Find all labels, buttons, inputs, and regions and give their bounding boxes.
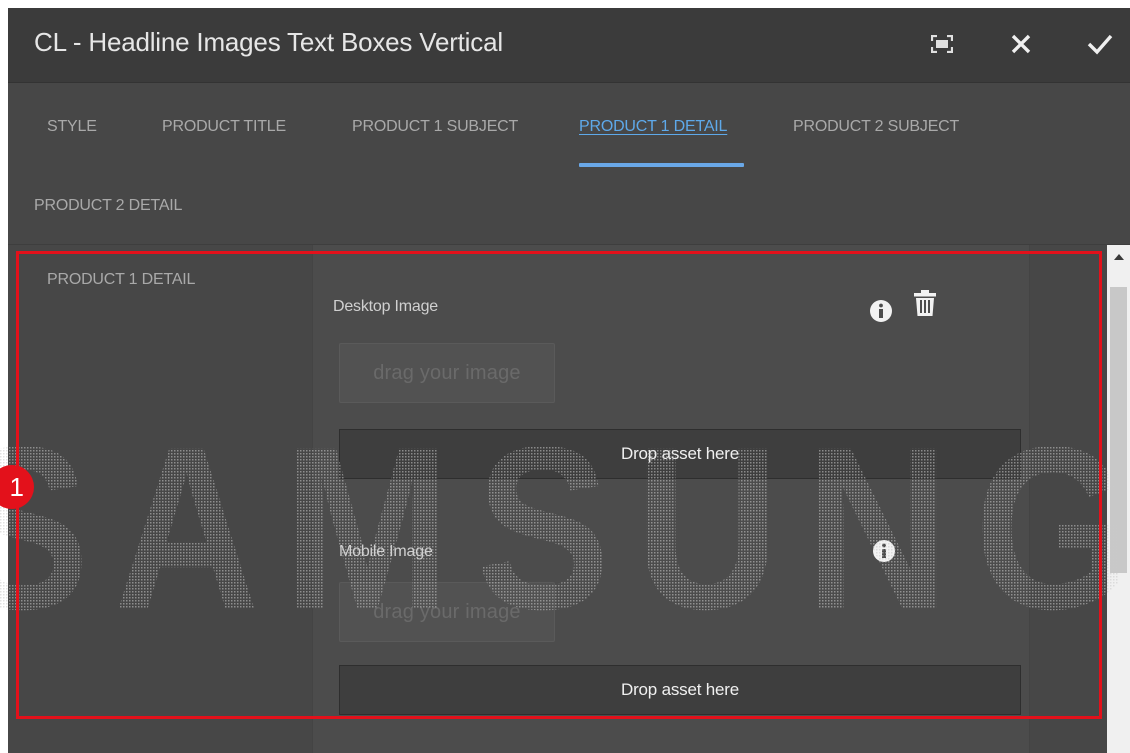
mobile-image-label: Mobile Image <box>339 543 433 560</box>
mobile-image-dropzone[interactable]: drag your image <box>339 582 555 642</box>
scroll-up-arrow-icon[interactable] <box>1107 245 1130 267</box>
tab-product-2-detail[interactable]: PRODUCT 2 DETAIL <box>34 197 182 215</box>
info-icon[interactable] <box>872 539 896 563</box>
tab-product-1-subject[interactable]: PRODUCT 1 SUBJECT <box>352 118 518 136</box>
close-icon <box>1011 34 1031 54</box>
mobile-drop-asset[interactable]: Drop asset here <box>339 665 1021 715</box>
desktop-drop-asset[interactable]: Drop asset here <box>339 429 1021 479</box>
field-panel: Desktop Image drag your image Drop asset… <box>312 245 1030 753</box>
desktop-image-dropzone[interactable]: drag your image <box>339 343 555 403</box>
desktop-image-label: Desktop Image <box>333 298 439 315</box>
fullscreen-icon <box>931 35 953 53</box>
trash-icon[interactable] <box>912 289 938 317</box>
tab-product-1-detail[interactable]: PRODUCT 1 DETAIL <box>579 118 727 136</box>
close-button[interactable] <box>1005 28 1037 60</box>
fullscreen-button[interactable] <box>926 28 958 60</box>
scrollbar-thumb[interactable] <box>1110 287 1127 573</box>
check-icon <box>1087 34 1113 55</box>
tab-bar: STYLE PRODUCT TITLE PRODUCT 1 SUBJECT PR… <box>8 84 1130 244</box>
scrollbar[interactable] <box>1107 245 1130 753</box>
info-icon[interactable] <box>869 299 893 323</box>
tab-style[interactable]: STYLE <box>47 118 97 136</box>
tab-product-2-subject[interactable]: PRODUCT 2 SUBJECT <box>793 118 959 136</box>
title-bar: CL - Headline Images Text Boxes Vertical <box>8 8 1130 83</box>
confirm-button[interactable] <box>1084 28 1116 60</box>
dialog: CL - Headline Images Text Boxes Vertical… <box>8 8 1130 753</box>
section-label: PRODUCT 1 DETAIL <box>47 271 196 288</box>
dialog-title: CL - Headline Images Text Boxes Vertical <box>34 27 503 57</box>
dialog-content: PRODUCT 1 DETAIL Desktop Image drag your… <box>8 244 1130 753</box>
active-tab-indicator <box>579 163 744 167</box>
tab-product-title[interactable]: PRODUCT TITLE <box>162 118 286 136</box>
